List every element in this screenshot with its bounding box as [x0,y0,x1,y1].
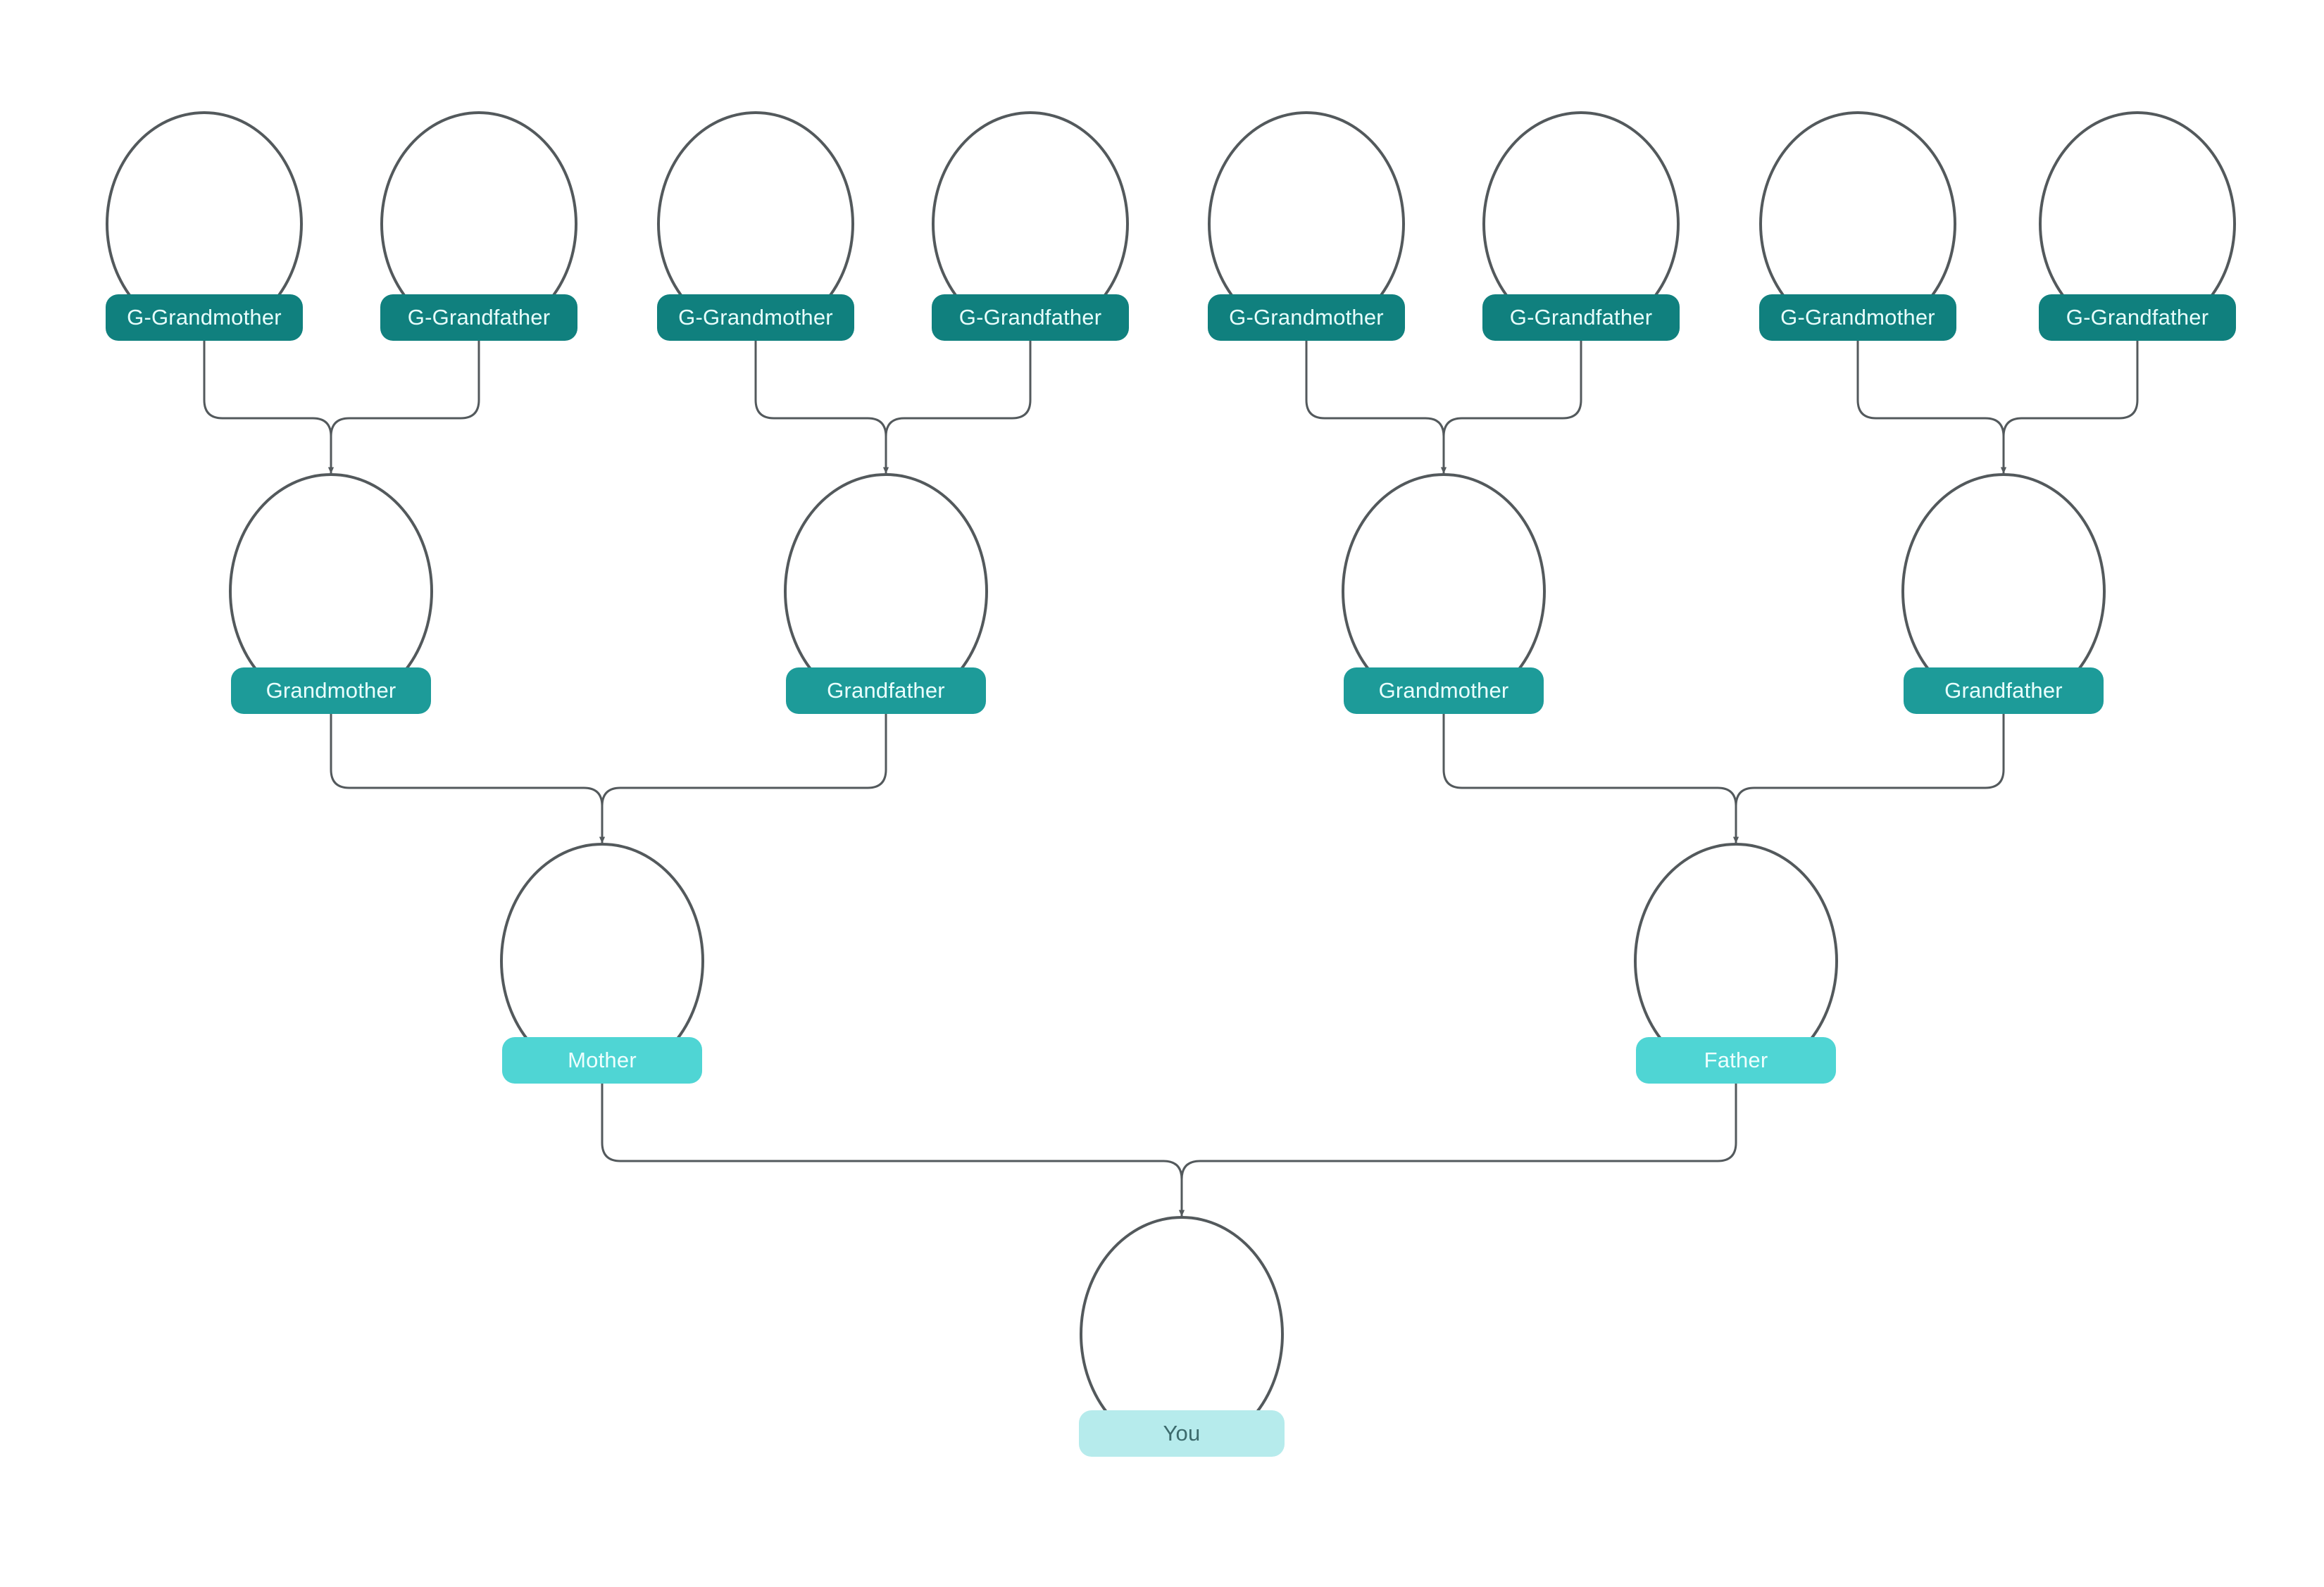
connector-ggm2-to-gf-m [754,341,889,474]
node-label-ggm2[interactable]: G-Grandmother [657,294,854,341]
connector-gf-m-to-mother [599,714,887,843]
connector-ggm4-to-gf-f [1856,341,2006,474]
connector-gm-f-to-father [1442,714,1739,843]
connector-paths [203,341,2139,1217]
node-label-gm-f[interactable]: Grandmother [1344,667,1544,714]
family-tree-canvas: G-Grandmother G-Grandfather G-Grandmother G… [0,0,2324,1587]
connector-ggf1-to-gm-m [328,341,480,474]
node-label-ggf3[interactable]: G-Grandfather [1482,294,1680,341]
connector-ggf4-to-gf-f [2001,341,2139,474]
connector-father-to-you [1179,1084,1737,1217]
node-label-gf-m[interactable]: Grandfather [786,667,986,714]
connector-ggf2-to-gf-m [883,341,1032,474]
node-label-ggf4[interactable]: G-Grandfather [2039,294,2236,341]
connector-mother-to-you [601,1084,1185,1217]
node-label-ggm1[interactable]: G-Grandmother [106,294,303,341]
node-label-ggf2[interactable]: G-Grandfather [932,294,1129,341]
node-label-you[interactable]: You [1079,1410,1285,1457]
connector-gm-m-to-mother [330,714,605,843]
connector-ggm3-to-gm-f [1305,341,1447,474]
connector-gf-f-to-father [1733,714,2005,843]
node-label-ggm3[interactable]: G-Grandmother [1208,294,1405,341]
node-label-mother[interactable]: Mother [502,1037,702,1084]
node-label-father[interactable]: Father [1636,1037,1836,1084]
node-label-ggm4[interactable]: G-Grandmother [1759,294,1956,341]
connector-ggf3-to-gm-f [1441,341,1582,474]
connector-ggm1-to-gm-m [203,341,334,474]
node-label-gm-m[interactable]: Grandmother [231,667,431,714]
node-label-gf-f[interactable]: Grandfather [1904,667,2104,714]
node-label-ggf1[interactable]: G-Grandfather [380,294,577,341]
